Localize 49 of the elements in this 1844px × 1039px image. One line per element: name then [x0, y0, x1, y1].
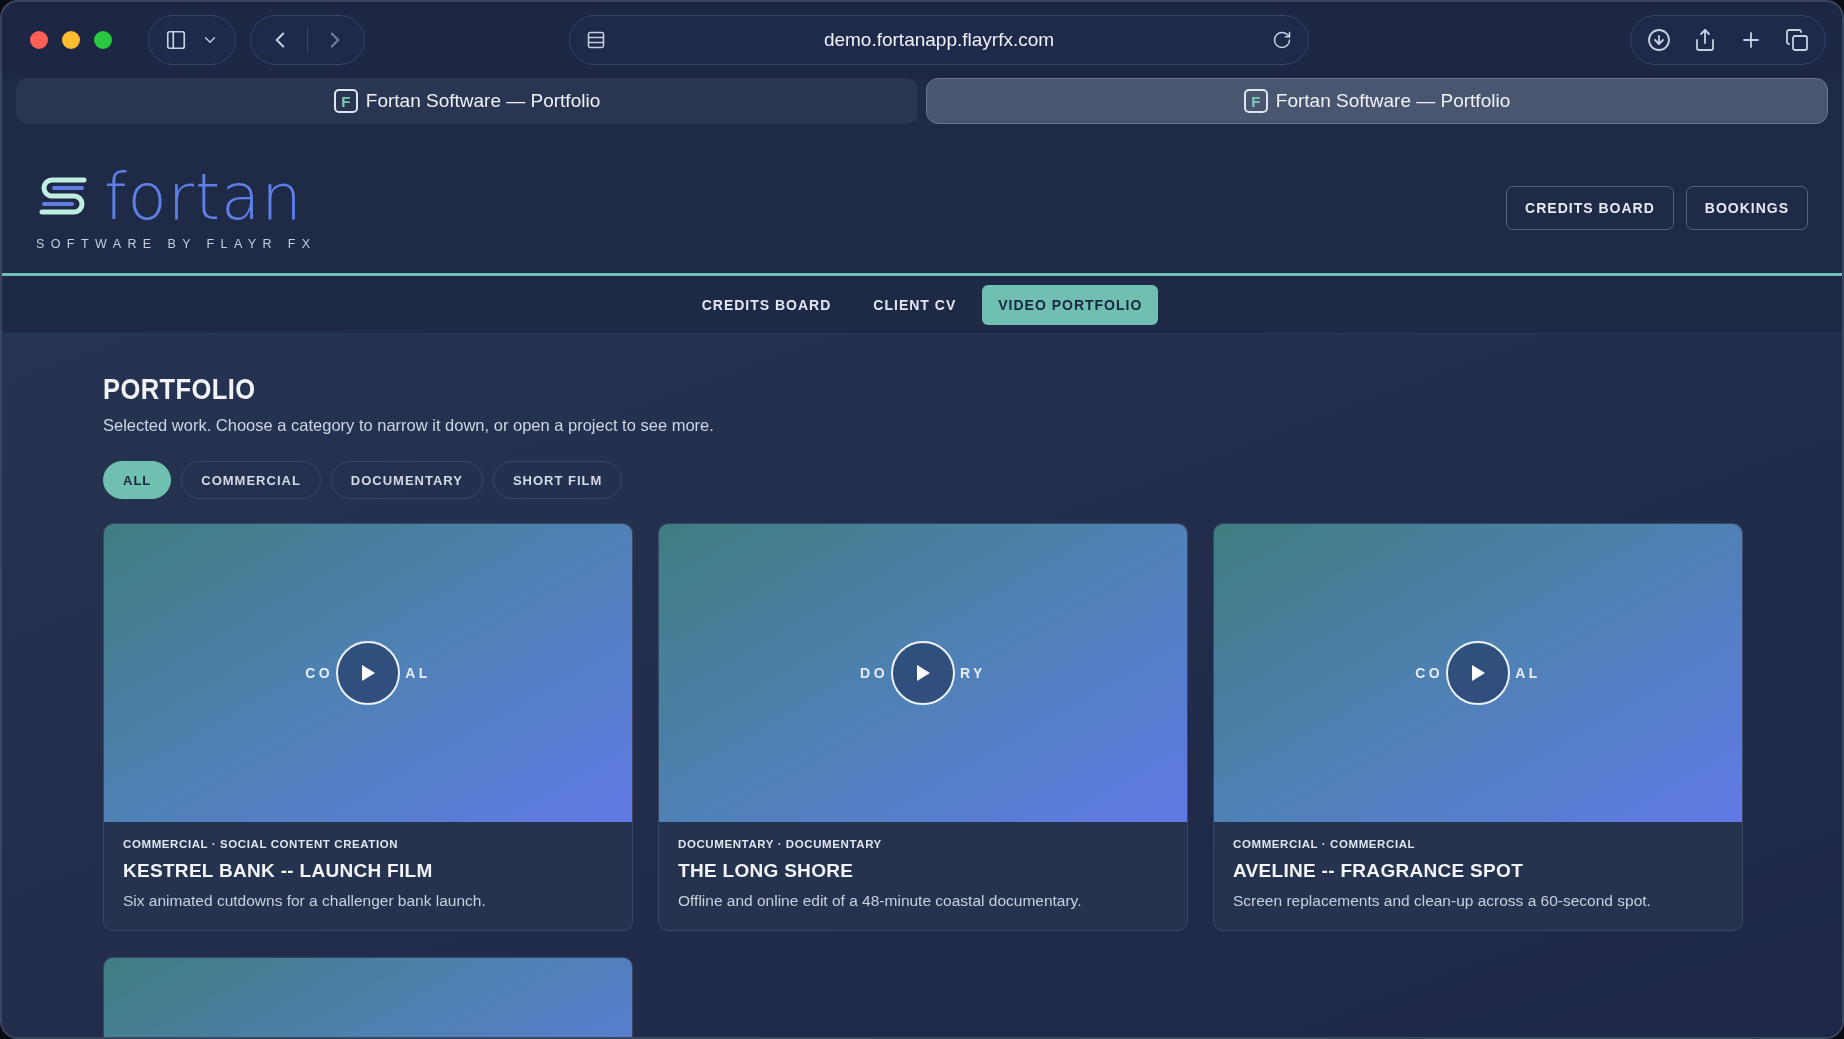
thumbnail-label: CO: [305, 665, 334, 681]
project-card[interactable]: CO AL COMMERCIAL · SOCIAL CONTENT CREATION KESTREL BANK -- LAUNCH FILM Six animated cutdowns for a challenger bank launch.: [103, 523, 633, 931]
project-card[interactable]: CO AL COMMERCIAL · COMMERCIAL AVELINE -- FRAGRANCE SPOT Screen replacements and clean-up across a 60-second spot.: [1213, 523, 1743, 931]
card-meta: COMMERCIAL · COMMERCIAL: [1233, 838, 1417, 850]
tab-title: Fortan Software — Portfolio: [365, 90, 601, 112]
tabs-overview-icon[interactable]: [1785, 28, 1809, 52]
page-icon[interactable]: [586, 30, 606, 50]
card-description: Six animated cutdowns for a challenger bank launch.: [123, 892, 487, 910]
thumbnail-label: DO: [860, 665, 889, 681]
url-text: demo.fortanapp.flayrfx.com: [822, 29, 1056, 51]
card-title: AVELINE -- FRAGRANCE SPOT: [1233, 860, 1525, 882]
card-title: KESTREL BANK -- LAUNCH FILM: [123, 860, 434, 882]
reload-icon[interactable]: [1272, 30, 1292, 50]
play-icon: [360, 664, 376, 682]
card-description: Screen replacements and clean-up across a 60-second spot.: [1233, 892, 1652, 910]
card-title: THE LONG SHORE: [678, 860, 855, 882]
page-title: PORTFOLIO: [103, 372, 257, 406]
nav-tab[interactable]: CLIENT CV: [857, 284, 973, 325]
browser-tab[interactable]: F Fortan Software — Portfolio: [16, 78, 918, 124]
play-icon: [915, 664, 931, 682]
thumbnail-label: AL: [1515, 665, 1541, 681]
tab-title: Fortan Software — Portfolio: [1275, 90, 1511, 112]
thumbnail-label: RY: [960, 665, 986, 681]
thumbnail-label: CO: [1415, 665, 1444, 681]
maximize-button[interactable]: [94, 31, 112, 49]
thumbnail-label: AL: [405, 665, 431, 681]
nav-tab[interactable]: VIDEO PORTFOLIO: [982, 284, 1159, 325]
browser-tab[interactable]: F Fortan Software — Portfolio: [926, 78, 1828, 124]
card-meta: DOCUMENTARY · DOCUMENTARY: [678, 838, 883, 850]
favicon: F: [1243, 89, 1268, 113]
logo-tagline: SOFTWARE BY FLAYR FX: [36, 236, 317, 251]
download-icon[interactable]: [1647, 28, 1671, 52]
nav-tab[interactable]: CREDITS BOARD: [685, 284, 848, 325]
play-icon: [1470, 664, 1486, 682]
share-icon[interactable]: [1693, 28, 1717, 52]
card-meta: COMMERCIAL · SOCIAL CONTENT CREATION: [123, 838, 400, 850]
header-button[interactable]: BOOKINGS: [1685, 185, 1808, 230]
logo-wordmark: fortan: [104, 164, 303, 229]
minimize-button[interactable]: [62, 31, 80, 49]
sidebar-button[interactable]: [148, 15, 236, 65]
card-description: Offline and online edit of a 48-minute coastal documentary.: [678, 892, 1083, 910]
filter-chip[interactable]: ALL: [103, 461, 172, 499]
project-card[interactable]: DO RY DOCUMENTARY · DOCUMENTARY THE LONG SHORE Offline and online edit of a 48-minute coastal documentary.: [658, 523, 1188, 931]
header-button[interactable]: CREDITS BOARD: [1506, 185, 1674, 230]
sidebar-icon[interactable]: [165, 29, 187, 51]
address-bar[interactable]: demo.fortanapp.flayrfx.com: [569, 15, 1309, 65]
page-subtitle: Selected work. Choose a category to narrow it down, or open a project to see more.: [103, 416, 715, 435]
close-button[interactable]: [30, 31, 48, 49]
favicon: F: [333, 89, 358, 113]
